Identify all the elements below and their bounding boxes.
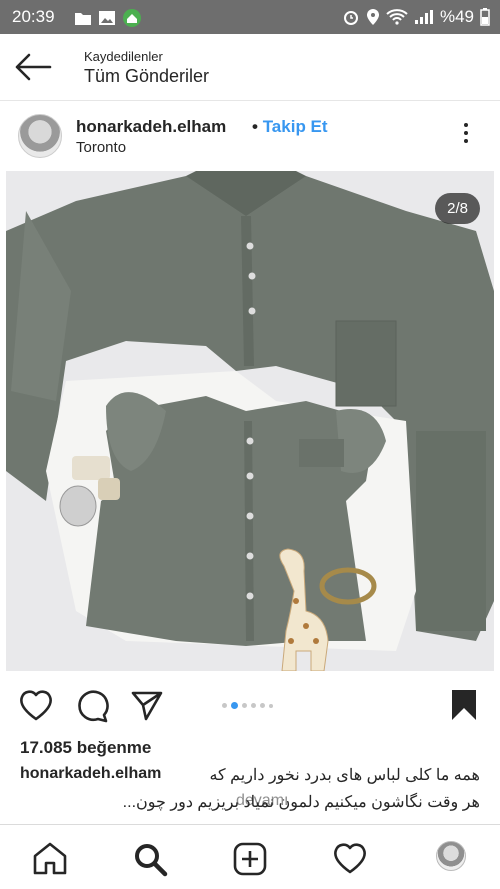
bookmark-icon[interactable] — [450, 688, 478, 722]
add-icon[interactable] — [232, 841, 268, 877]
carousel-dot — [269, 703, 273, 708]
carousel-dot — [251, 703, 256, 708]
signal-icon — [414, 10, 433, 24]
wifi-icon — [386, 9, 408, 25]
avatar[interactable] — [18, 114, 62, 158]
post-image[interactable]: 2/8 — [6, 171, 494, 671]
action-bar — [0, 680, 500, 732]
follow-button[interactable]: • Takip Et — [252, 117, 328, 137]
carousel-dot — [260, 703, 265, 708]
share-icon[interactable] — [130, 688, 164, 722]
image-icon — [99, 11, 115, 25]
likes-count[interactable]: 17.085 beğenme — [20, 738, 151, 758]
caption-text-1: همه ما کلی لباس های بدرد نخور داریم که — [209, 767, 480, 784]
battery-percent: %49 — [439, 7, 474, 26]
carousel-dot-active — [231, 702, 238, 709]
shirt-illustration — [6, 171, 494, 671]
back-arrow-icon[interactable] — [14, 52, 52, 82]
folder-icon — [75, 13, 91, 25]
appbar-title: Tüm Gönderiler — [84, 66, 210, 86]
separator-dot: • — [252, 117, 258, 136]
home-badge-icon — [123, 9, 141, 27]
post-header: honarkadeh.elham • Takip Et Toronto — [0, 101, 500, 169]
activity-heart-icon[interactable] — [332, 841, 368, 875]
image-counter: 2/8 — [435, 193, 480, 224]
profile-avatar-icon[interactable] — [436, 841, 466, 871]
heart-icon[interactable] — [18, 688, 54, 722]
status-bar: 20:39 %49 — [0, 0, 500, 34]
caption-username[interactable]: honarkadeh.elham — [20, 765, 161, 782]
location-icon — [366, 9, 379, 25]
carousel-dot — [242, 703, 247, 708]
carousel-indicator — [222, 702, 273, 709]
comment-icon[interactable] — [74, 688, 110, 724]
alarm-icon — [343, 11, 358, 25]
battery-icon — [480, 8, 490, 26]
more-options-icon[interactable] — [464, 123, 470, 147]
carousel-dot — [222, 703, 227, 708]
caption-line-2: devamı هر وقت نگاشون میکنیم دلمون نمیاد … — [20, 792, 490, 812]
status-time: 20:39 — [12, 7, 55, 26]
home-icon[interactable] — [32, 841, 68, 875]
follow-label: Takip Et — [262, 117, 328, 136]
app-bar: Kaydedilenler Tüm Gönderiler — [0, 34, 500, 101]
bottom-navigation — [0, 824, 500, 889]
search-icon[interactable] — [132, 841, 168, 877]
caption-line-1: honarkadeh.elham همه ما کلی لباس های بدر… — [20, 765, 490, 784]
appbar-subtitle: Kaydedilenler — [84, 49, 163, 64]
post-username[interactable]: honarkadeh.elham — [76, 117, 226, 137]
post-location[interactable]: Toronto — [76, 139, 126, 156]
caption-text-2: هر وقت نگاشون میکنیم دلمون نمیاد بریزیم … — [122, 794, 480, 811]
